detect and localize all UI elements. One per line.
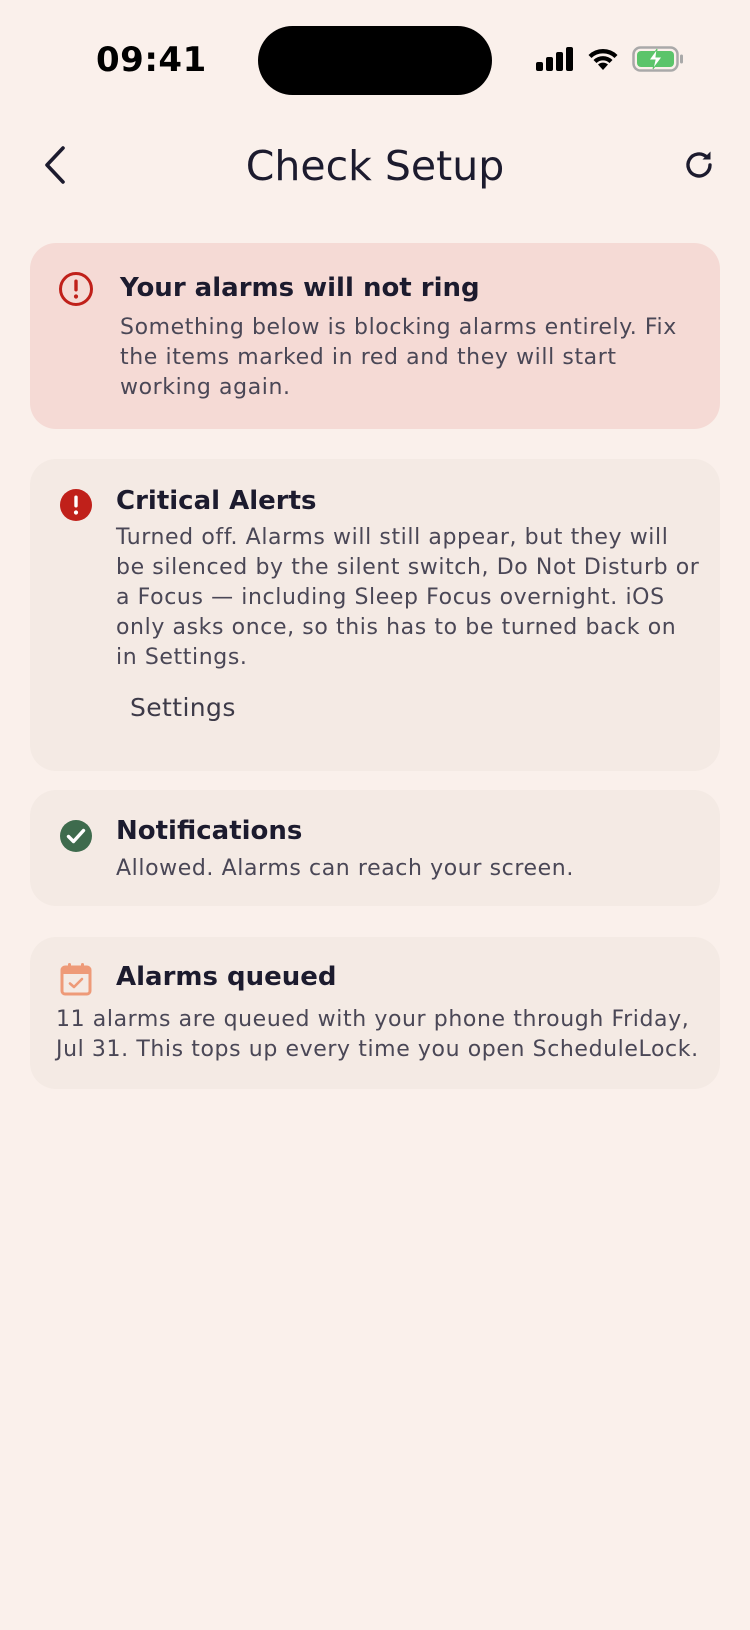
refresh-icon bbox=[682, 148, 716, 186]
calendar-check-icon bbox=[58, 961, 94, 997]
dynamic-island bbox=[258, 26, 492, 95]
alert-circle-outline-icon bbox=[58, 271, 94, 307]
check-title: Alarms queued bbox=[116, 962, 337, 992]
banner-title: Your alarms will not ring bbox=[120, 273, 480, 303]
nav-bar: Check Setup bbox=[0, 130, 750, 206]
check-card-notifications: Notifications Allowed. Alarms can reach … bbox=[30, 790, 720, 906]
check-body: Allowed. Alarms can reach your screen. bbox=[116, 856, 574, 881]
check-body: 11 alarms are queued with your phone thr… bbox=[56, 1007, 699, 1062]
alarms-warning-banner: Your alarms will not ring Something belo… bbox=[30, 243, 720, 429]
status-bar: 09:41 bbox=[0, 0, 750, 120]
banner-body: Something below is blocking alarms entir… bbox=[120, 315, 677, 400]
check-title: Notifications bbox=[116, 816, 303, 846]
check-card-alarms-queued: Alarms queued 11 alarms are queued with … bbox=[30, 937, 720, 1089]
status-icons bbox=[536, 46, 684, 72]
check-circle-icon bbox=[58, 818, 94, 854]
alert-circle-filled-icon bbox=[58, 487, 94, 523]
open-settings-button[interactable]: Settings bbox=[130, 693, 236, 722]
check-title: Critical Alerts bbox=[116, 486, 317, 516]
check-body: Turned off. Alarms will still appear, bu… bbox=[116, 525, 700, 670]
status-time: 09:41 bbox=[96, 40, 207, 80]
wifi-icon bbox=[586, 46, 620, 72]
page-title: Check Setup bbox=[245, 142, 505, 190]
check-card-critical-alerts: Critical Alerts Turned off. Alarms will … bbox=[30, 459, 720, 771]
cellular-signal-icon bbox=[536, 47, 574, 71]
refresh-button[interactable] bbox=[674, 142, 724, 192]
battery-charging-icon bbox=[632, 46, 684, 72]
